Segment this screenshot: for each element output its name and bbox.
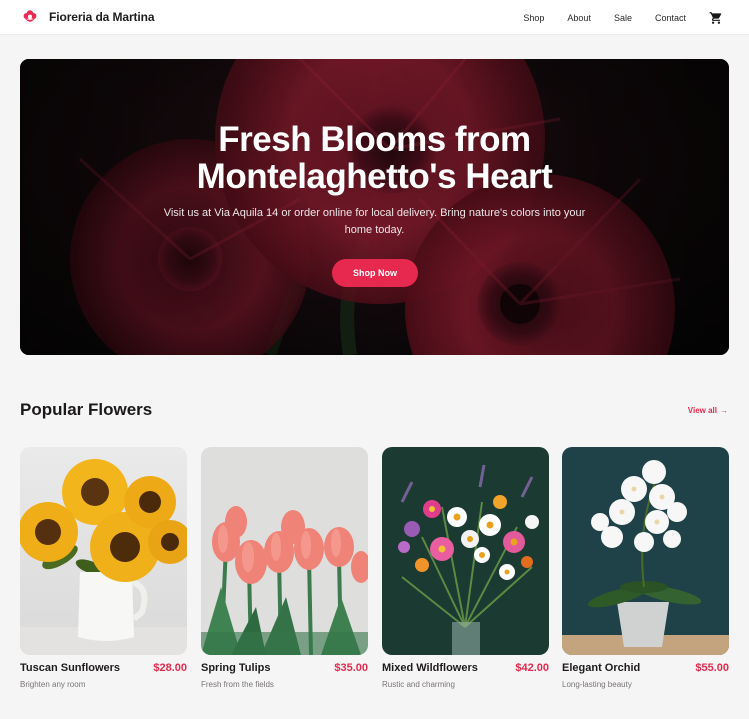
brand-link[interactable]: Fioreria da Martina	[22, 9, 155, 25]
product-image	[20, 447, 187, 655]
product-image	[562, 447, 729, 655]
product-card-sunflowers[interactable]: Tuscan Sunflowers $28.00 Brighten any ro…	[20, 447, 187, 697]
product-desc: Rustic and charming	[382, 680, 455, 689]
product-price: $28.00	[153, 662, 187, 674]
product-desc: Fresh from the fields	[201, 680, 274, 689]
nav-link-contact[interactable]: Contact	[655, 13, 686, 23]
nav-link-shop[interactable]: Shop	[523, 13, 544, 23]
product-image	[201, 447, 368, 655]
wildflowers-image	[382, 447, 549, 655]
hero-title: Fresh Blooms from Montelaghetto's Heart	[196, 120, 553, 196]
orchid-image	[562, 447, 729, 655]
nav-link-about[interactable]: About	[567, 13, 591, 23]
nav-link-sale[interactable]: Sale	[614, 13, 632, 23]
product-card-tulips[interactable]: Spring Tulips $35.00 Fresh from the fiel…	[201, 447, 368, 697]
arrow-right-icon: →	[720, 406, 728, 415]
product-price: $35.00	[334, 662, 368, 674]
sunflowers-image	[20, 447, 187, 655]
brand-name: Fioreria da Martina	[49, 10, 155, 24]
product-image	[382, 447, 549, 655]
shop-now-button[interactable]: Shop Now	[332, 259, 418, 287]
hero-subtitle: Visit us at Via Aquila 14 or order onlin…	[163, 207, 586, 236]
cart-icon[interactable]	[709, 11, 723, 25]
product-price: $42.00	[515, 662, 549, 674]
hero-banner: Fresh Blooms from Montelaghetto's Heart …	[20, 59, 729, 355]
product-desc: Brighten any room	[20, 680, 86, 689]
product-price: $55.00	[695, 662, 729, 674]
flower-icon	[23, 10, 37, 22]
product-name: Mixed Wildflowers	[382, 662, 478, 674]
view-all-label: View all	[687, 406, 717, 415]
product-desc: Long-lasting beauty	[562, 680, 632, 689]
section-title: Popular Flowers	[20, 400, 153, 419]
product-card-wildflowers[interactable]: Mixed Wildflowers $42.00 Rustic and char…	[382, 447, 549, 697]
product-name: Tuscan Sunflowers	[20, 662, 121, 674]
hero-content: Fresh Blooms from Montelaghetto's Heart …	[20, 59, 729, 355]
product-name: Elegant Orchid	[562, 662, 641, 674]
nav-links: Shop About Sale Contact	[523, 0, 723, 35]
product-card-orchid[interactable]: Elegant Orchid $55.00 Long-lasting beaut…	[562, 447, 729, 697]
product-name: Spring Tulips	[201, 662, 271, 674]
tulips-image	[201, 447, 368, 655]
top-navbar: Fioreria da Martina Shop About Sale Cont…	[0, 0, 749, 35]
view-all-link[interactable]: View all →	[688, 406, 728, 415]
